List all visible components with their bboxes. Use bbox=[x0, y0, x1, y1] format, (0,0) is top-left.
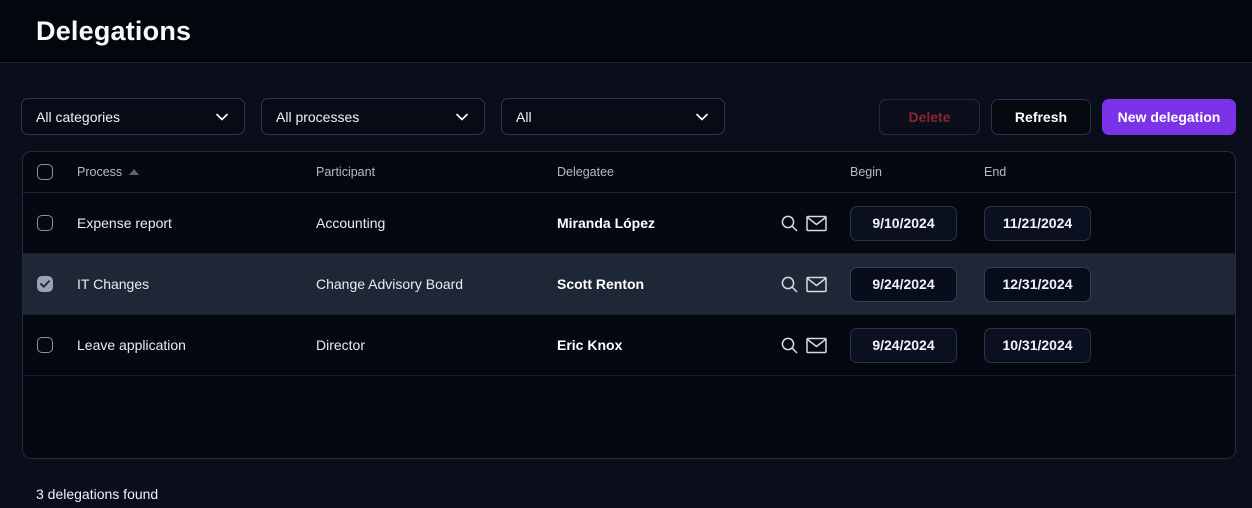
process-filter-dropdown[interactable]: All processes bbox=[261, 98, 485, 135]
chevron-down-icon bbox=[696, 113, 708, 121]
result-count: 3 delegations found bbox=[36, 486, 1252, 502]
end-date-input[interactable]: 10/31/2024 bbox=[984, 328, 1091, 363]
page-title: Delegations bbox=[36, 16, 191, 47]
check-icon bbox=[40, 280, 50, 288]
column-header-begin[interactable]: Begin bbox=[850, 165, 984, 179]
top-bar: Delegations bbox=[0, 0, 1252, 63]
column-header-end[interactable]: End bbox=[984, 165, 1235, 179]
chevron-down-icon bbox=[216, 113, 228, 121]
column-header-delegatee[interactable]: Delegatee bbox=[557, 165, 850, 179]
column-header-process[interactable]: Process bbox=[77, 165, 316, 179]
new-delegation-button[interactable]: New delegation bbox=[1102, 99, 1236, 135]
cell-process: IT Changes bbox=[77, 276, 316, 292]
search-icon[interactable] bbox=[780, 336, 799, 355]
cell-delegatee: Eric Knox bbox=[557, 337, 622, 353]
cell-participant: Accounting bbox=[316, 215, 557, 231]
search-icon[interactable] bbox=[780, 214, 799, 233]
mail-icon[interactable] bbox=[806, 215, 827, 232]
cell-participant: Change Advisory Board bbox=[316, 276, 557, 292]
cell-delegatee: Miranda López bbox=[557, 215, 655, 231]
cell-process: Expense report bbox=[77, 215, 316, 231]
row-checkbox[interactable] bbox=[37, 276, 53, 292]
table-row[interactable]: Expense report Accounting Miranda López … bbox=[23, 193, 1235, 254]
chevron-down-icon bbox=[456, 113, 468, 121]
process-filter-value: All processes bbox=[276, 109, 359, 125]
mail-icon[interactable] bbox=[806, 276, 827, 293]
end-date-input[interactable]: 11/21/2024 bbox=[984, 206, 1091, 241]
table-row[interactable]: Leave application Director Eric Knox 9/2… bbox=[23, 315, 1235, 376]
refresh-button[interactable]: Refresh bbox=[991, 99, 1091, 135]
table-body: Expense report Accounting Miranda López … bbox=[23, 193, 1235, 376]
end-date-input[interactable]: 12/31/2024 bbox=[984, 267, 1091, 302]
select-all-checkbox[interactable] bbox=[37, 164, 53, 180]
delegations-table: Process Participant Delegatee Begin End … bbox=[22, 151, 1236, 459]
category-filter-value: All categories bbox=[36, 109, 120, 125]
table-header-row: Process Participant Delegatee Begin End bbox=[23, 152, 1235, 193]
category-filter-dropdown[interactable]: All categories bbox=[21, 98, 245, 135]
delete-button[interactable]: Delete bbox=[879, 99, 980, 135]
cell-participant: Director bbox=[316, 337, 557, 353]
begin-date-input[interactable]: 9/10/2024 bbox=[850, 206, 957, 241]
cell-process: Leave application bbox=[77, 337, 316, 353]
row-checkbox[interactable] bbox=[37, 337, 53, 353]
cell-delegatee: Scott Renton bbox=[557, 276, 644, 292]
filter-toolbar: All categories All processes All Delete … bbox=[21, 98, 1236, 135]
begin-date-input[interactable]: 9/24/2024 bbox=[850, 267, 957, 302]
column-header-participant[interactable]: Participant bbox=[316, 165, 557, 179]
row-checkbox[interactable] bbox=[37, 215, 53, 231]
status-filter-dropdown[interactable]: All bbox=[501, 98, 725, 135]
search-icon[interactable] bbox=[780, 275, 799, 294]
begin-date-input[interactable]: 9/24/2024 bbox=[850, 328, 957, 363]
sort-ascending-icon bbox=[129, 169, 139, 175]
status-filter-value: All bbox=[516, 109, 532, 125]
mail-icon[interactable] bbox=[806, 337, 827, 354]
table-row[interactable]: IT Changes Change Advisory Board Scott R… bbox=[23, 254, 1235, 315]
